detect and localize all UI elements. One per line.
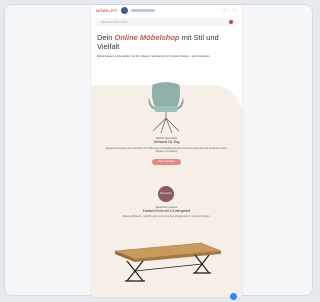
brand-logo[interactable]: MÖBELFIT bbox=[96, 8, 117, 13]
product1-description: Elegant und bequem: Der Drehstuhl mit St… bbox=[105, 148, 228, 153]
email-preview: MÖBELFIT ♡ ◯ ⌂ ▢ Wonach suchst du? Dein … bbox=[91, 5, 242, 297]
table-image[interactable] bbox=[109, 237, 225, 287]
header-icons[interactable]: ♡ ◯ ⌂ ▢ bbox=[217, 8, 237, 12]
search-icon[interactable] bbox=[229, 20, 233, 24]
product1-cta-button[interactable]: Jetzt entdecken bbox=[152, 159, 181, 165]
product2-description: Massive Wildeiche, natürlich geölt, mit … bbox=[122, 216, 211, 218]
search-placeholder: Wonach suchst du? bbox=[101, 20, 128, 24]
email-header: MÖBELFIT ♡ ◯ ⌂ ▢ bbox=[91, 5, 242, 17]
chat-button[interactable] bbox=[230, 293, 237, 300]
intro-text: Möbel bequem online kaufen: bei Dir zuha… bbox=[97, 55, 211, 58]
bestseller-badge: Bestseller bbox=[158, 186, 174, 202]
headline: Dein Online Möbelshop mit Stil und Vielf… bbox=[97, 33, 237, 51]
promo-badge-icon bbox=[121, 7, 128, 14]
search-input[interactable]: Wonach suchst du? bbox=[96, 18, 236, 26]
headline-accent: Online Möbelshop bbox=[114, 33, 180, 42]
promo-tag bbox=[131, 9, 155, 12]
chair-image[interactable] bbox=[141, 79, 191, 135]
product2-name[interactable]: Esstisch Eiche mit X-Kufengestell bbox=[91, 209, 242, 213]
product1-name[interactable]: Drehstuhl Gil, Bog bbox=[91, 140, 242, 144]
